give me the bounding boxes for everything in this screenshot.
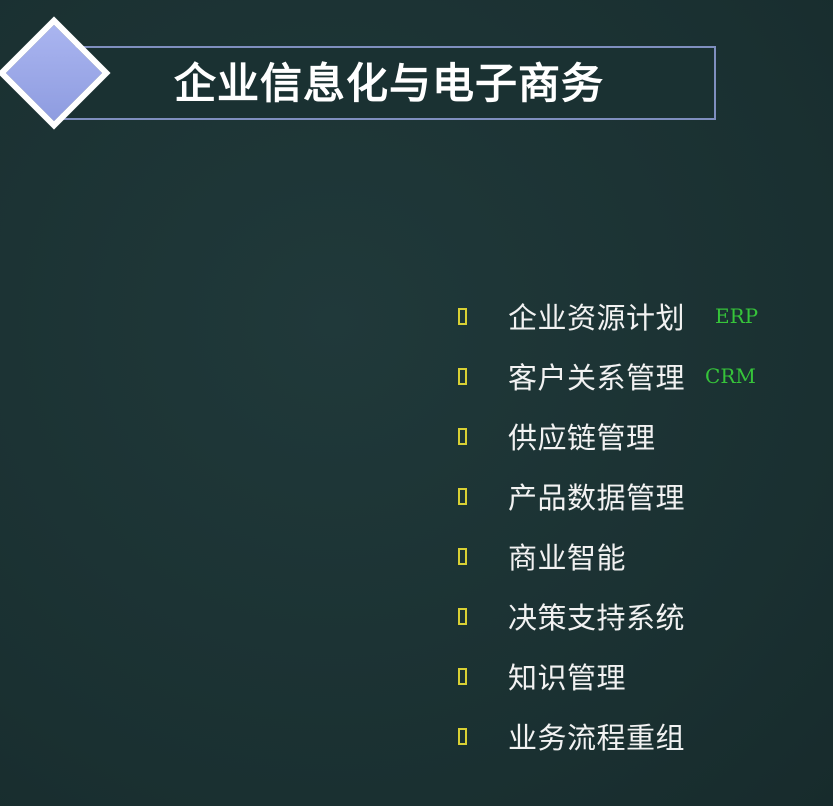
list-item-label: 知识管理 — [508, 661, 627, 695]
list-item-tag: CRM — [705, 364, 756, 388]
bullet-list: 企业资源计划 ERP 客户关系管理 CRM 供应链管理 产品数据管理 商业智能 … — [458, 286, 828, 766]
list-item: 商业智能 — [458, 526, 828, 586]
slide: 企业信息化与电子商务 企业资源计划 ERP 客户关系管理 CRM 供应链管理 产… — [0, 0, 833, 806]
bullet-icon — [458, 727, 467, 745]
slide-title: 企业信息化与电子商务 — [174, 59, 605, 108]
bullet-icon — [458, 367, 467, 385]
list-item-label: 产品数据管理 — [508, 481, 686, 515]
list-item: 企业资源计划 ERP — [458, 286, 828, 346]
list-item-label: 商业智能 — [508, 541, 627, 575]
list-item-label: 客户关系管理 — [508, 361, 686, 395]
bullet-icon — [458, 547, 467, 565]
list-item: 产品数据管理 — [458, 466, 828, 526]
list-item-label: 业务流程重组 — [508, 721, 686, 755]
bullet-icon — [458, 307, 467, 325]
list-item: 业务流程重组 — [458, 706, 828, 766]
list-item-label: 供应链管理 — [508, 421, 656, 455]
list-item-tag: ERP — [715, 304, 759, 328]
bullet-icon — [458, 487, 467, 505]
list-item-label: 决策支持系统 — [508, 601, 686, 635]
list-item: 客户关系管理 CRM — [458, 346, 828, 406]
list-item: 决策支持系统 — [458, 586, 828, 646]
bullet-icon — [458, 427, 467, 445]
list-item-label: 企业资源计划 — [508, 301, 686, 335]
list-item: 供应链管理 — [458, 406, 828, 466]
bullet-icon — [458, 667, 467, 685]
bullet-icon — [458, 607, 467, 625]
list-item: 知识管理 — [458, 646, 828, 706]
